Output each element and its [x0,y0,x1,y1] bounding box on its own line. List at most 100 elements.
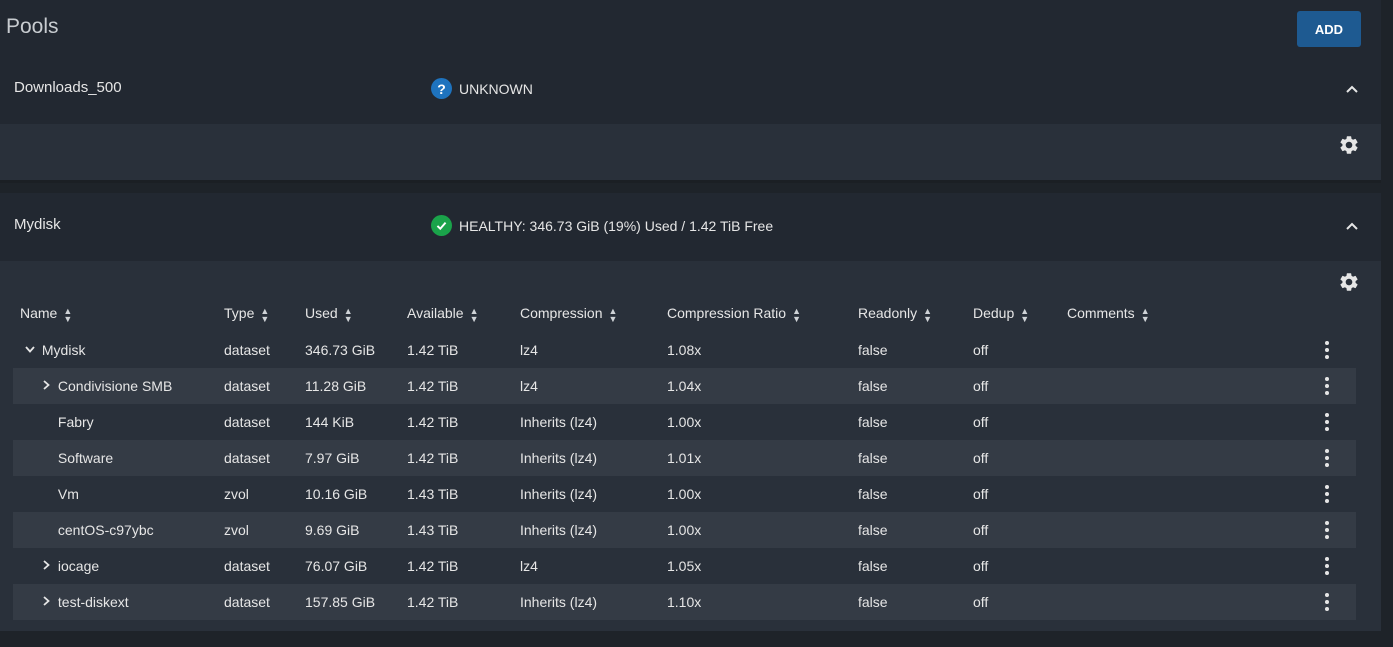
column-header-type[interactable]: Type ▲ ▼ [224,296,305,332]
more-vert-icon[interactable] [1320,341,1334,359]
table-row[interactable]: Mydisk dataset 346.73 GiB 1.42 TiB lz4 1.08x f… [13,332,1356,368]
cell-compression: lz4 [520,368,667,404]
column-header-dedup[interactable]: Dedup ▲ ▼ [973,296,1067,332]
column-header-readonly[interactable]: Readonly ▲ ▼ [858,296,973,332]
table-row[interactable]: Fabry dataset 144 KiB 1.42 TiB Inherits (lz4… [13,404,1356,440]
chevron-down-icon[interactable] [22,342,38,358]
cell-available: 1.42 TiB [407,584,520,620]
table-row[interactable]: iocage dataset 76.07 GiB 1.42 TiB lz4 1.05x fa… [13,548,1356,584]
more-vert-icon[interactable] [1320,557,1334,575]
chevron-right-icon[interactable] [38,378,54,394]
cell-dedup: off [973,440,1067,476]
table-header-row: Name ▲ ▼ Type ▲ ▼ Used ▲ ▼ Available ▲ ▼ Compres… [13,296,1356,332]
cell-compression-ratio: 1.01x [667,440,858,476]
cell-type: dataset [224,558,270,574]
column-header-used[interactable]: Used ▲ ▼ [305,296,407,332]
datasets-table: Name ▲ ▼ Type ▲ ▼ Used ▲ ▼ Available ▲ ▼ Compres… [13,296,1356,620]
dataset-name: Fabry [57,414,94,430]
table-row[interactable]: test-diskext dataset 157.85 GiB 1.42 TiB Inh… [13,584,1356,620]
scrollbar-track[interactable] [1381,0,1393,647]
chevron-up-icon[interactable] [1344,81,1360,97]
cell-dedup: off [973,368,1067,404]
cell-compression: Inherits (lz4) [520,584,667,620]
column-header-compression[interactable]: Compression ▲ ▼ [520,296,667,332]
dataset-name: Software [57,450,114,466]
cell-actions [1287,512,1356,548]
cell-actions [1287,476,1356,512]
cell-type: dataset [224,440,305,476]
pool-name: Downloads_500 [14,79,122,96]
pool-status-text: UNKNOWN [459,80,533,97]
table-row[interactable]: Software dataset 7.97 GiB 1.42 TiB Inherits … [13,440,1356,476]
cell-name: Mydisk [13,332,224,368]
cell-available: 1.42 TiB [407,368,520,404]
more-vert-icon[interactable] [1320,413,1334,431]
pool-header-mydisk[interactable]: Mydisk HEALTHY: 346.73 GiB (19%) Used / … [0,193,1381,261]
cell-actions [1287,584,1356,620]
chevron-up-icon[interactable] [1344,218,1360,234]
cell-name: centOS-c97ybc [13,512,224,548]
cell-dedup: off [973,342,989,358]
column-header-comments[interactable]: Comments ▲ ▼ [1067,296,1287,332]
chevron-right-icon[interactable] [38,558,54,574]
pool-status: ? UNKNOWN [431,78,533,99]
cell-type: dataset [224,368,305,404]
cell-compression-ratio: 1.10x [667,584,858,620]
cell-comments [1067,332,1287,368]
add-pool-button[interactable]: ADD [1297,11,1361,47]
more-vert-icon[interactable] [1320,485,1334,503]
cell-compression: Inherits (lz4) [520,414,598,430]
cell-compression: Inherits (lz4) [520,512,667,548]
cell-readonly: false [858,414,888,430]
cell-compression-ratio: 1.00x [667,414,702,430]
sort-icon[interactable]: ▲ ▼ [792,306,801,323]
cell-available: 1.42 TiB [407,558,459,574]
sort-icon[interactable]: ▲ ▼ [1141,306,1150,323]
pool-status-text: HEALTHY: 346.73 GiB (19%) Used / 1.42 Ti… [459,217,774,234]
column-header-actions [1287,296,1356,332]
cell-compression-ratio: 1.05x [667,558,702,574]
pool-body-downloads [0,124,1381,180]
table-row[interactable]: centOS-c97ybc zvol 9.69 GiB 1.43 TiB Inherit… [13,512,1356,548]
cell-readonly: false [858,558,888,574]
cell-compression-ratio: 1.00x [667,512,858,548]
sort-icon[interactable]: ▲ ▼ [260,306,269,323]
more-vert-icon[interactable] [1320,593,1334,611]
more-vert-icon[interactable] [1320,449,1334,467]
question-circle-icon: ? [431,78,452,99]
column-header-available[interactable]: Available ▲ ▼ [407,296,520,332]
cell-actions [1287,368,1356,404]
gear-icon[interactable] [1338,134,1360,156]
table-row[interactable]: Vm zvol 10.16 GiB 1.43 TiB Inherits (lz4) 1.0… [13,476,1356,512]
cell-name: Condivisione SMB [13,368,224,404]
sort-icon[interactable]: ▲ ▼ [923,306,932,323]
column-header-compression-ratio[interactable]: Compression Ratio ▲ ▼ [667,296,858,332]
sort-icon[interactable]: ▲ ▼ [470,306,479,323]
sort-icon[interactable]: ▲ ▼ [1020,306,1029,323]
page-title: Pools [6,15,59,38]
cell-type: dataset [224,342,270,358]
cell-available: 1.42 TiB [407,342,459,358]
cell-readonly: false [858,486,888,502]
cell-type: zvol [224,512,305,548]
sort-icon[interactable]: ▲ ▼ [608,306,617,323]
cell-type: zvol [224,486,249,502]
table-row[interactable]: Condivisione SMB dataset 11.28 GiB 1.42 TiB… [13,368,1356,404]
cell-readonly: false [858,368,973,404]
gear-icon[interactable] [1338,271,1360,293]
sort-icon[interactable]: ▲ ▼ [344,306,353,323]
cell-available: 1.43 TiB [407,512,520,548]
cell-comments [1067,404,1287,440]
cell-used: 9.69 GiB [305,512,407,548]
cell-comments [1067,476,1287,512]
cell-name: Fabry [13,404,224,440]
pool-header-downloads[interactable]: Downloads_500 ? UNKNOWN [0,56,1381,124]
cell-compression: lz4 [520,342,538,358]
cell-comments [1067,584,1287,620]
column-header-name[interactable]: Name ▲ ▼ [13,296,224,332]
more-vert-icon[interactable] [1320,377,1334,395]
sort-icon[interactable]: ▲ ▼ [63,306,72,323]
dataset-name: test-diskext [57,594,129,610]
more-vert-icon[interactable] [1320,521,1334,539]
chevron-right-icon[interactable] [38,594,54,610]
